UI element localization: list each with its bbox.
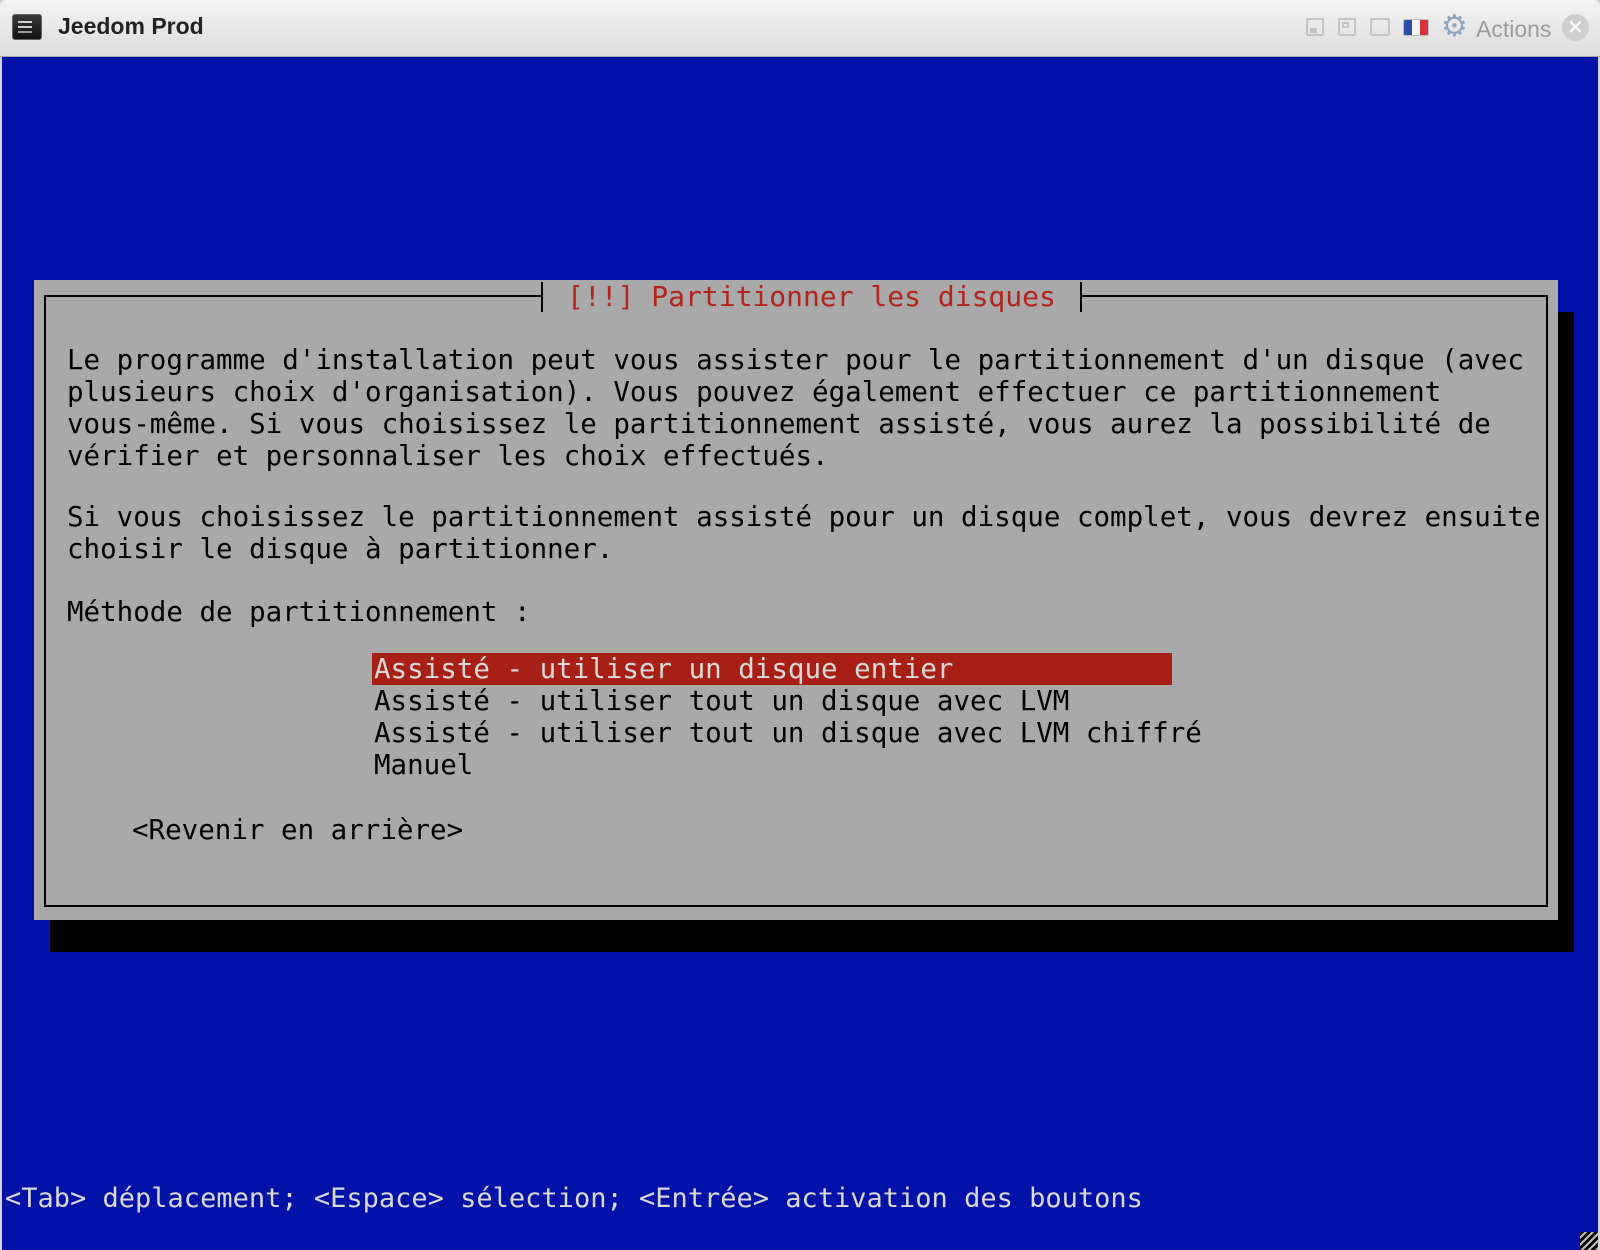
method-prompt: Méthode de partitionnement :: [67, 596, 531, 628]
actions-menu-button[interactable]: Actions: [1476, 16, 1551, 43]
flag-stripe-red: [1420, 20, 1428, 35]
french-flag-icon[interactable]: [1403, 19, 1429, 36]
flag-stripe-white: [1412, 20, 1420, 35]
option-assisted-lvm[interactable]: Assisté - utiliser tout un disque avec L…: [372, 685, 1172, 717]
close-icon[interactable]: ✕: [1562, 14, 1589, 41]
app-terminal-icon: [12, 14, 42, 40]
partition-dialog: [!!] Partitionner les disques Le program…: [34, 280, 1558, 920]
minimize-icon[interactable]: [1306, 18, 1324, 36]
back-button[interactable]: <Revenir en arrière>: [132, 814, 463, 846]
dialog-paragraph-intro: Le programme d'installation peut vous as…: [67, 344, 1524, 472]
resize-handle-icon[interactable]: [1580, 1232, 1598, 1250]
dialog-title: [!!] Partitionner les disques: [541, 282, 1082, 312]
dialog-paragraph-disk-choice: Si vous choisissez le partitionnement as…: [67, 501, 1541, 565]
restore-icon[interactable]: [1338, 18, 1356, 36]
option-manual[interactable]: Manuel: [372, 749, 1172, 781]
maximize-icon[interactable]: [1370, 18, 1390, 36]
flag-stripe-blue: [1404, 20, 1412, 35]
partition-method-list[interactable]: Assisté - utiliser un disque entier Assi…: [372, 653, 1202, 781]
gear-icon[interactable]: ⚙: [1441, 12, 1468, 42]
option-assisted-whole-disk[interactable]: Assisté - utiliser un disque entier: [372, 653, 1172, 685]
window-titlebar[interactable]: Jeedom Prod ⚙ Actions ✕: [0, 0, 1600, 57]
console-screen[interactable]: [!!] Partitionner les disques Le program…: [2, 57, 1598, 1250]
option-assisted-lvm-encrypted[interactable]: Assisté - utiliser tout un disque avec L…: [372, 717, 1202, 749]
window-title: Jeedom Prod: [58, 13, 204, 39]
status-bar-help: <Tab> déplacement; <Espace> sélection; <…: [5, 1183, 1143, 1214]
